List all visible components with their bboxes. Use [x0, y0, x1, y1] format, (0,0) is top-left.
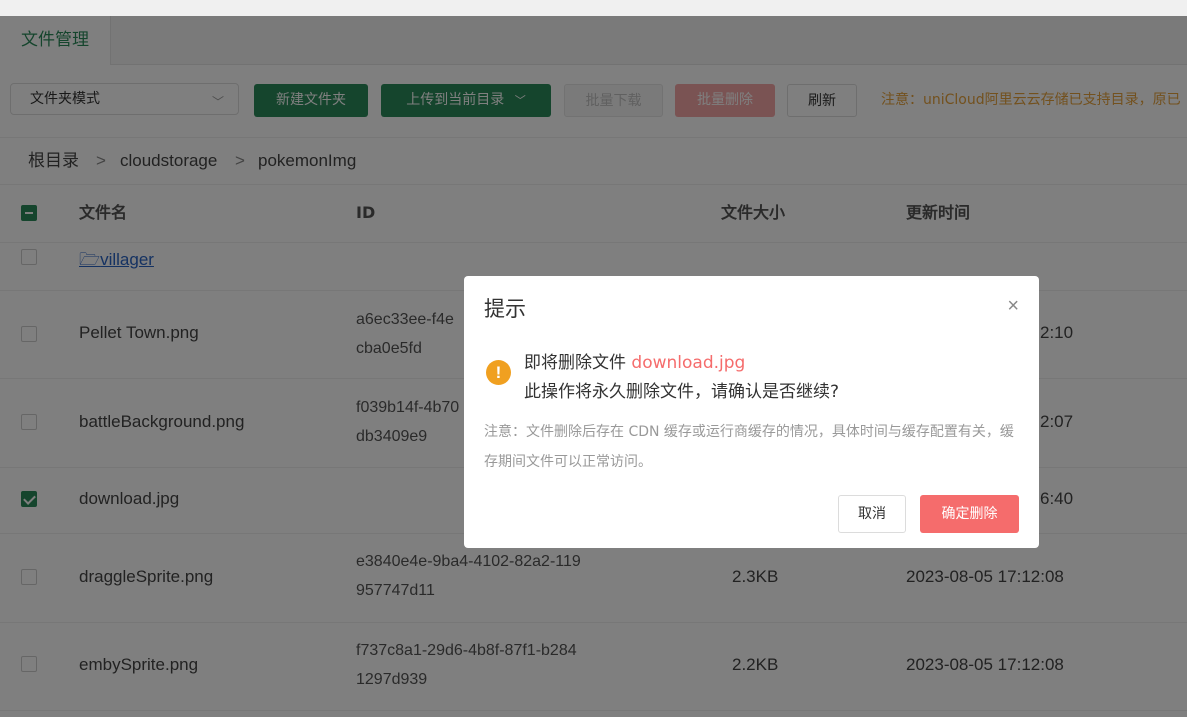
dialog-note: 注意：文件删除后存在 CDN 缓存或运行商缓存的情况，具体时间与缓存配置有关，缓… [484, 424, 1014, 470]
dialog-message: 即将删除文件 download.jpg [524, 348, 745, 373]
browser-top-strip [0, 0, 1187, 16]
delete-confirm-dialog: 提示 × ! 即将删除文件 download.jpg 此操作将永久删除文件，请确… [464, 276, 1039, 548]
cancel-button[interactable]: 取消 [838, 495, 906, 533]
warning-icon: ! [486, 360, 511, 385]
confirm-delete-button[interactable]: 确定删除 [920, 495, 1019, 533]
dialog-title: 提示 [484, 297, 526, 321]
dialog-message-prefix: 即将删除文件 [524, 353, 626, 373]
dialog-message-confirm: 此操作将永久删除文件，请确认是否继续? [524, 382, 840, 402]
close-icon[interactable]: × [1007, 295, 1019, 317]
dialog-file-name: download.jpg [631, 353, 746, 373]
